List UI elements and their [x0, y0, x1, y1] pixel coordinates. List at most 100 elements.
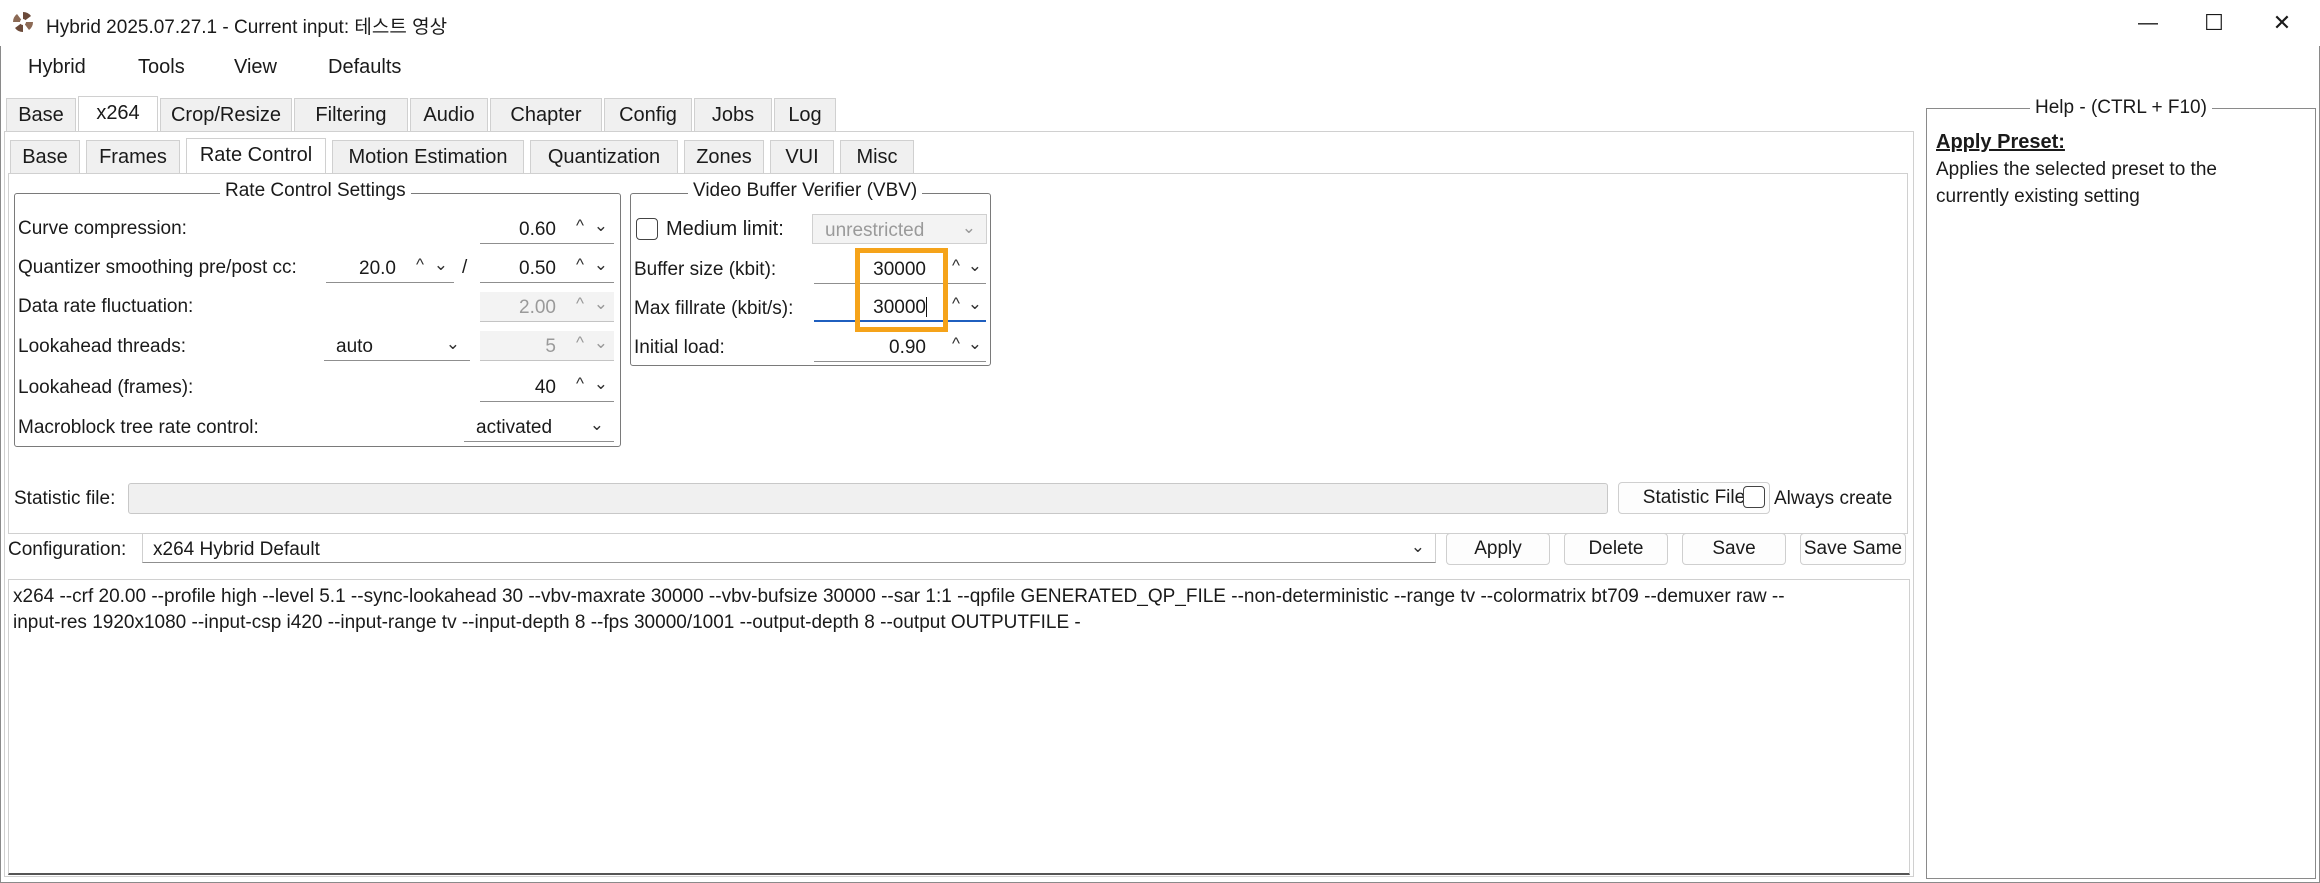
spin-up-icon[interactable]: ^	[952, 256, 960, 276]
max-fillrate-label: Max fillrate (kbit/s):	[634, 298, 794, 319]
data-rate-fluctuation-value: 2.00	[519, 297, 556, 318]
menu-tools[interactable]: Tools	[138, 56, 185, 79]
curve-compression-spinbox[interactable]: 0.60 ^ ⌄	[480, 214, 614, 244]
help-legend: Help - (CTRL + F10)	[2030, 97, 2212, 119]
spin-up-icon[interactable]: ^	[576, 216, 584, 236]
statistic-file-input[interactable]	[128, 483, 1608, 514]
always-create-label: Always create	[1774, 488, 1893, 509]
spin-down-icon[interactable]: ⌄	[968, 334, 982, 354]
menu-view[interactable]: View	[234, 56, 277, 79]
lookahead-threads-value: 5	[545, 336, 556, 357]
spin-up-icon[interactable]: ^	[576, 333, 584, 353]
qsmooth-post-value: 0.50	[519, 258, 556, 279]
save-button[interactable]: Save	[1682, 533, 1786, 565]
medium-limit-value: unrestricted	[825, 220, 925, 241]
mbtree-label: Macroblock tree rate control:	[18, 417, 259, 438]
initial-load-spinbox[interactable]: 0.90 ^ ⌄	[814, 332, 986, 362]
help-text-line-1: Applies the selected preset to the	[1936, 159, 2217, 180]
subtab-zones[interactable]: Zones	[684, 140, 764, 173]
spin-up-icon[interactable]: ^	[952, 334, 960, 354]
tab-crop-resize[interactable]: Crop/Resize	[160, 98, 292, 131]
spin-down-icon[interactable]: ⌄	[594, 216, 608, 236]
chevron-down-icon: ⌄	[1410, 537, 1425, 556]
menu-hybrid[interactable]: Hybrid	[28, 56, 86, 79]
tab-x264[interactable]: x264	[78, 96, 158, 131]
tab-base[interactable]: Base	[6, 98, 76, 131]
data-rate-fluctuation-spinbox[interactable]: 2.00 ^ ⌄	[480, 292, 614, 322]
lookahead-threads-mode-dropdown[interactable]: auto ⌄	[324, 331, 470, 361]
mbtree-dropdown[interactable]: activated ⌄	[464, 412, 614, 442]
configuration-dropdown[interactable]: x264 Hybrid Default ⌄	[142, 533, 1436, 563]
command-line-textarea[interactable]: x264 --crf 20.00 --profile high --level …	[8, 579, 1910, 875]
spin-up-icon[interactable]: ^	[576, 374, 584, 394]
spin-down-icon[interactable]: ⌄	[594, 294, 608, 314]
subtab-misc[interactable]: Misc	[840, 140, 914, 173]
spin-up-icon[interactable]: ^	[576, 294, 584, 314]
help-text-line-2: currently existing setting	[1936, 186, 2140, 207]
spin-up-icon[interactable]: ^	[952, 294, 960, 314]
curve-compression-value: 0.60	[519, 219, 556, 240]
window-title: Hybrid 2025.07.27.1 - Current input: 테스트…	[46, 17, 448, 38]
medium-limit-label: Medium limit:	[666, 218, 784, 240]
initial-load-value: 0.90	[889, 337, 926, 358]
qsmooth-pre-spinbox[interactable]: 20.0 ^ ⌄	[326, 253, 454, 283]
lookahead-threads-mode-value: auto	[336, 336, 373, 357]
subtab-base[interactable]: Base	[10, 140, 80, 173]
lookahead-frames-label: Lookahead (frames):	[18, 377, 194, 398]
lookahead-frames-spinbox[interactable]: 40 ^ ⌄	[480, 372, 614, 402]
initial-load-label: Initial load:	[634, 337, 725, 358]
vbv-legend: Video Buffer Verifier (VBV)	[688, 180, 923, 202]
qsmooth-label: Quantizer smoothing pre/post cc:	[18, 257, 297, 278]
menu-defaults[interactable]: Defaults	[328, 56, 401, 79]
tab-filtering[interactable]: Filtering	[294, 98, 408, 131]
spin-down-icon[interactable]: ⌄	[434, 255, 448, 275]
close-button[interactable]: ✕	[2262, 6, 2302, 40]
subtab-motion-estimation[interactable]: Motion Estimation	[332, 140, 524, 173]
buffer-size-label: Buffer size (kbit):	[634, 259, 777, 280]
subtab-rate-control[interactable]: Rate Control	[186, 138, 326, 173]
spin-down-icon[interactable]: ⌄	[968, 256, 982, 276]
subtab-quantization[interactable]: Quantization	[530, 140, 678, 173]
lookahead-frames-value: 40	[534, 377, 556, 398]
help-heading: Apply Preset:	[1936, 131, 2065, 153]
app-icon	[13, 12, 33, 32]
rate-control-settings-legend: Rate Control Settings	[220, 180, 411, 202]
spin-down-icon[interactable]: ⌄	[968, 294, 982, 314]
minimize-button[interactable]: —	[2128, 6, 2168, 40]
delete-button[interactable]: Delete	[1564, 533, 1668, 565]
tab-jobs[interactable]: Jobs	[694, 98, 772, 131]
chevron-down-icon: ⌄	[589, 415, 604, 434]
lookahead-threads-spinbox[interactable]: 5 ^ ⌄	[480, 331, 614, 361]
medium-limit-dropdown[interactable]: unrestricted ⌄	[812, 214, 987, 244]
command-line-2: input-res 1920x1080 --input-csp i420 --i…	[13, 612, 1081, 633]
chevron-down-icon: ⌄	[445, 334, 460, 353]
subtab-vui[interactable]: VUI	[770, 140, 834, 173]
highlight-box	[855, 248, 948, 332]
chevron-down-icon: ⌄	[961, 218, 976, 237]
command-line-1: x264 --crf 20.00 --profile high --level …	[13, 586, 1785, 607]
data-rate-fluctuation-label: Data rate fluctuation:	[18, 296, 194, 317]
qsmooth-pre-value: 20.0	[359, 258, 396, 279]
tab-config[interactable]: Config	[604, 98, 692, 131]
medium-limit-checkbox[interactable]	[636, 218, 658, 240]
save-same-button[interactable]: Save Same	[1800, 533, 1906, 565]
qsmooth-post-spinbox[interactable]: 0.50 ^ ⌄	[480, 253, 614, 283]
subtab-frames[interactable]: Frames	[86, 140, 180, 173]
maximize-button[interactable]: ☐	[2194, 6, 2234, 40]
spin-down-icon[interactable]: ⌄	[594, 374, 608, 394]
tab-chapter[interactable]: Chapter	[490, 98, 602, 131]
statistic-file-label: Statistic file:	[14, 488, 116, 509]
lookahead-threads-label: Lookahead threads:	[18, 336, 186, 357]
spin-down-icon[interactable]: ⌄	[594, 255, 608, 275]
tab-log[interactable]: Log	[774, 98, 836, 131]
apply-button[interactable]: Apply	[1446, 533, 1550, 565]
help-panel	[1926, 108, 2316, 879]
tab-audio[interactable]: Audio	[410, 98, 488, 131]
spin-up-icon[interactable]: ^	[576, 255, 584, 275]
curve-compression-label: Curve compression:	[18, 218, 187, 239]
configuration-label: Configuration:	[8, 539, 127, 560]
spin-up-icon[interactable]: ^	[416, 255, 424, 275]
spin-down-icon[interactable]: ⌄	[594, 333, 608, 353]
qsmooth-separator: /	[462, 257, 468, 278]
always-create-checkbox[interactable]	[1743, 486, 1765, 508]
